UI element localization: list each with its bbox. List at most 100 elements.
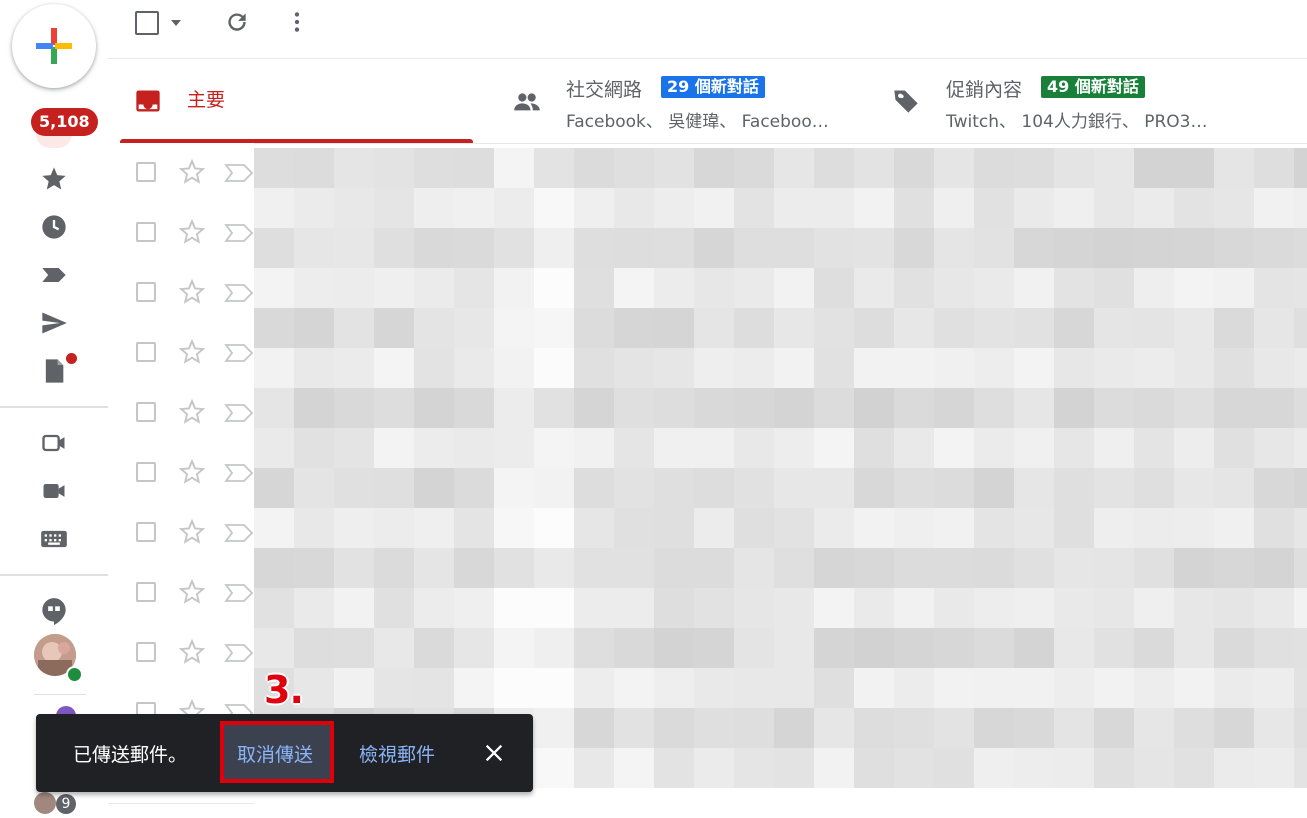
mosaic-tile — [494, 588, 534, 628]
important-marker-icon[interactable] — [224, 403, 254, 423]
mosaic-tile — [1094, 428, 1134, 468]
drafts-icon[interactable] — [39, 356, 69, 386]
mosaic-tile — [574, 468, 614, 508]
mosaic-tile — [614, 268, 654, 308]
tab-promotions[interactable]: 促銷內容 49 個新對話 Twitch、 104人力銀行、 PRO3… — [880, 59, 1300, 143]
mosaic-tile — [254, 148, 294, 188]
important-marker-icon[interactable] — [224, 463, 254, 483]
row-checkbox[interactable] — [136, 462, 156, 482]
mosaic-tile — [1174, 468, 1214, 508]
keyboard-icon[interactable] — [39, 524, 69, 554]
mosaic-tile — [1134, 628, 1174, 668]
mosaic-tile — [334, 588, 374, 628]
mosaic-tile — [1094, 268, 1134, 308]
mosaic-tile — [1134, 188, 1174, 228]
star-icon[interactable] — [179, 519, 205, 545]
mosaic-tile — [1254, 548, 1294, 588]
table-row[interactable] — [108, 623, 254, 684]
row-checkbox[interactable] — [136, 162, 156, 182]
mosaic-tile — [1094, 668, 1134, 708]
meet-new-icon[interactable] — [39, 428, 69, 458]
important-marker-icon[interactable] — [224, 643, 254, 663]
mosaic-tile — [1134, 588, 1174, 628]
row-checkbox[interactable] — [136, 282, 156, 302]
sent-icon[interactable] — [39, 308, 69, 338]
mosaic-tile — [654, 428, 694, 468]
select-checkbox[interactable] — [135, 11, 159, 35]
mosaic-tile — [654, 348, 694, 388]
important-marker-icon[interactable] — [224, 343, 254, 363]
mosaic-tile — [694, 508, 734, 548]
important-marker-icon[interactable] — [224, 163, 254, 183]
row-checkbox[interactable] — [136, 582, 156, 602]
star-icon[interactable] — [179, 579, 205, 605]
more-vert-icon[interactable] — [284, 9, 310, 35]
important-icon[interactable] — [39, 260, 69, 290]
star-icon[interactable] — [179, 279, 205, 305]
important-marker-icon[interactable] — [224, 223, 254, 243]
mosaic-tile — [534, 468, 574, 508]
important-marker-icon[interactable] — [224, 523, 254, 543]
table-row[interactable] — [108, 323, 254, 384]
mosaic-tile — [574, 268, 614, 308]
snoozed-icon[interactable] — [39, 212, 69, 242]
tag-icon — [894, 90, 918, 113]
compose-button[interactable] — [12, 4, 96, 88]
mosaic-tile — [1174, 148, 1214, 188]
table-row[interactable] — [108, 263, 254, 324]
mosaic-tile — [534, 228, 574, 268]
mosaic-tile — [814, 628, 854, 668]
mosaic-tile — [854, 308, 894, 348]
star-icon[interactable] — [179, 159, 205, 185]
view-message-button[interactable]: 檢視郵件 — [359, 740, 435, 767]
important-marker-icon[interactable] — [224, 583, 254, 603]
tab-primary[interactable]: 主要 — [120, 59, 473, 143]
mosaic-tile — [894, 628, 934, 668]
mosaic-tile — [1294, 508, 1307, 548]
tab-social[interactable]: 社交網路 29 個新對話 Facebook、 吳健瑋、 Faceboo… — [500, 59, 860, 143]
mosaic-tile — [1014, 228, 1054, 268]
mosaic-tile — [694, 588, 734, 628]
row-checkbox[interactable] — [136, 222, 156, 242]
table-row[interactable] — [108, 563, 254, 624]
hangouts-icon[interactable] — [39, 596, 69, 626]
row-checkbox[interactable] — [136, 522, 156, 542]
mosaic-tile — [574, 188, 614, 228]
mosaic-tile — [1014, 588, 1054, 628]
star-icon[interactable] — [179, 399, 205, 425]
mosaic-tile — [374, 268, 414, 308]
step-number-annotation: 3. — [264, 668, 304, 712]
mosaic-tile — [974, 668, 1014, 708]
mosaic-tile — [1214, 148, 1254, 188]
starred-icon[interactable] — [39, 164, 69, 194]
mosaic-tile — [1174, 268, 1214, 308]
mosaic-tile — [1174, 228, 1214, 268]
mosaic-tile — [1014, 628, 1054, 668]
mosaic-tile — [614, 428, 654, 468]
star-icon[interactable] — [179, 639, 205, 665]
mosaic-tile — [374, 548, 414, 588]
category-tabs: 主要 社交網路 29 個新對話 Facebook、 吳健瑋、 Faceboo… … — [108, 59, 1307, 144]
star-icon[interactable] — [179, 339, 205, 365]
table-row[interactable] — [108, 203, 254, 264]
table-row[interactable] — [108, 443, 254, 504]
mosaic-tile — [614, 308, 654, 348]
close-icon[interactable] — [483, 742, 505, 764]
row-checkbox[interactable] — [136, 642, 156, 662]
meet-join-icon[interactable] — [39, 476, 69, 506]
table-row[interactable] — [108, 383, 254, 444]
row-checkbox[interactable] — [136, 342, 156, 362]
table-row[interactable] — [108, 503, 254, 564]
refresh-icon[interactable] — [224, 9, 250, 35]
undo-send-button[interactable]: 取消傳送 — [237, 740, 313, 767]
table-row[interactable] — [108, 143, 254, 204]
row-checkbox[interactable] — [136, 402, 156, 422]
star-icon[interactable] — [179, 219, 205, 245]
mosaic-tile — [654, 268, 694, 308]
select-dropdown-icon[interactable] — [168, 16, 184, 30]
mosaic-tile — [814, 268, 854, 308]
avatar-3[interactable] — [34, 792, 56, 814]
important-marker-icon[interactable] — [224, 283, 254, 303]
mosaic-tile — [374, 388, 414, 428]
star-icon[interactable] — [179, 459, 205, 485]
